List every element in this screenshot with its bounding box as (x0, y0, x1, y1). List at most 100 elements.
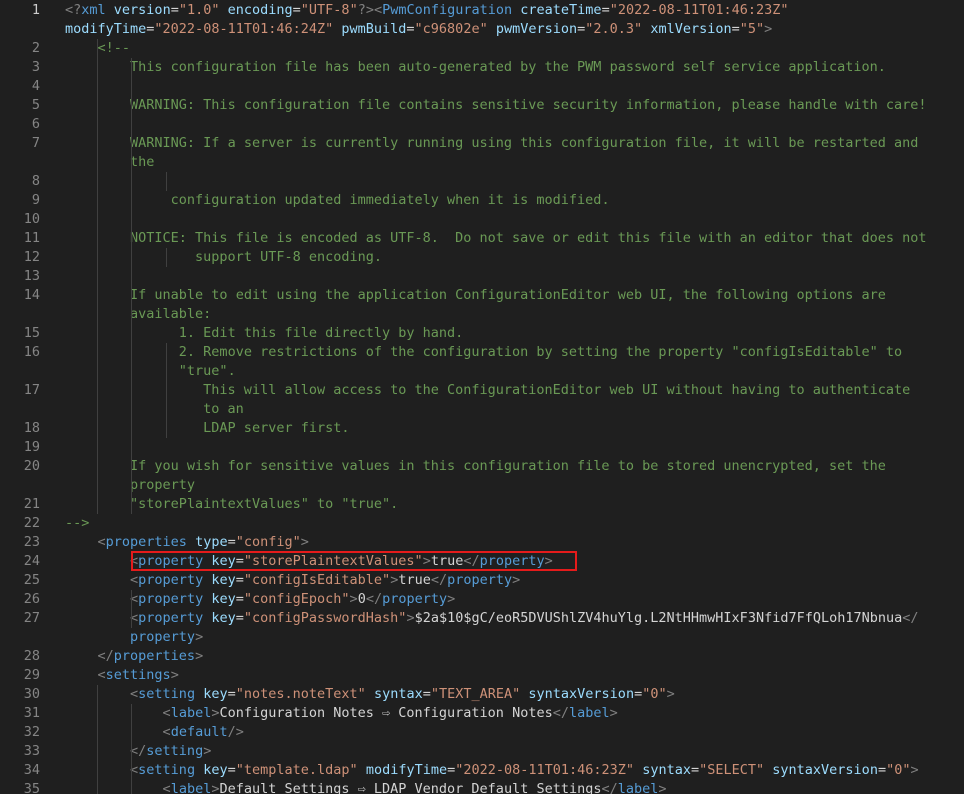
code-line-1[interactable]: 1 <?xml version="1.0" encoding="UTF-8"?><… (0, 1, 964, 20)
code-line-16[interactable]: 16 2. Remove restrictions of the configu… (0, 343, 964, 362)
code-line-15[interactable]: 15 1. Edit this file directly by hand. (0, 324, 964, 343)
token-attr: syntax (373, 686, 423, 702)
line-number: 29 (23, 667, 40, 683)
code-line-5[interactable]: 5 WARNING: This configuration file conta… (0, 96, 964, 115)
token-text: = (731, 21, 740, 37)
code-line-34[interactable]: 34 <setting key="template.ldap" modifyTi… (0, 761, 964, 780)
token-blue: properties (105, 534, 187, 550)
line-number: 32 (23, 724, 40, 740)
line-number: 23 (23, 534, 40, 550)
code-line-2[interactable]: 2 <!-- (0, 39, 964, 58)
token-gray: ?>< (357, 2, 383, 18)
code-line-7[interactable]: 7 WARNING: If a server is currently runn… (0, 134, 964, 153)
token-blue: property (138, 591, 204, 607)
line-content: property> (65, 628, 964, 647)
code-line-4[interactable]: 4 (0, 77, 964, 96)
token-text: = (690, 762, 700, 778)
token-str: "storePlaintextValues" (243, 553, 423, 569)
token-gray: < (97, 667, 106, 683)
token-str: "2.0.3" (585, 21, 643, 37)
token-blue: setting (146, 743, 204, 759)
code-line-wrap[interactable]: the (0, 153, 964, 172)
line-number: 11 (23, 230, 40, 246)
code-line-18[interactable]: 18 LDAP server first. (0, 419, 964, 438)
line-content: <properties type="config"> (65, 533, 964, 552)
code-line-19[interactable]: 19 (0, 438, 964, 457)
line-number: 14 (23, 287, 40, 303)
token-gray: > (422, 553, 431, 569)
token-attr: version (113, 2, 171, 18)
token-com: If you wish for sensitive values in this… (130, 458, 886, 474)
code-line-32[interactable]: 32 <default/> (0, 723, 964, 742)
code-line-11[interactable]: 11 NOTICE: This file is encoded as UTF-8… (0, 229, 964, 248)
code-line-26[interactable]: 26 <property key="configEpoch">0</proper… (0, 590, 964, 609)
code-line-12[interactable]: 12 support UTF-8 encoding. (0, 248, 964, 267)
code-line-20[interactable]: 20 If you wish for sensitive values in t… (0, 457, 964, 476)
code-editor[interactable]: 1 <?xml version="1.0" encoding="UTF-8"?><… (0, 0, 964, 794)
code-line-31[interactable]: 31 <label>Configuration Notes ⇨ Configur… (0, 704, 964, 723)
code-line-wrap[interactable]: property> (0, 628, 964, 647)
token-text: = (447, 762, 456, 778)
code-line-9[interactable]: 9 configuration updated immediately when… (0, 191, 964, 210)
line-content: <label>Default Settings ⇨ LDAP Vendor De… (65, 780, 964, 794)
line-number: 13 (23, 268, 40, 284)
code-line-35[interactable]: 35 <label>Default Settings ⇨ LDAP Vendor… (0, 780, 964, 794)
token-com: configuration updated immediately when i… (170, 192, 610, 208)
code-line-3[interactable]: 3 This configuration file has been auto-… (0, 58, 964, 77)
token-com: <!-- (97, 40, 131, 56)
code-line-wrap[interactable]: to an (0, 400, 964, 419)
code-line-13[interactable]: 13 (0, 267, 964, 286)
code-line-22[interactable]: 22 --> (0, 514, 964, 533)
line-content: NOTICE: This file is encoded as UTF-8. D… (65, 229, 964, 248)
token-attr: modifyTime (365, 762, 448, 778)
code-line-wrap[interactable]: property (0, 476, 964, 495)
token-str: "configEpoch" (243, 591, 350, 607)
code-line-21[interactable]: 21 "storePlaintextValues" to "true". (0, 495, 964, 514)
code-line-wrap[interactable]: available: (0, 305, 964, 324)
token-blue: property (130, 629, 196, 645)
token-blue: property (138, 553, 204, 569)
token-gray: > (447, 591, 456, 607)
code-line-27[interactable]: 27 <property key="configPasswordHash">$2… (0, 609, 964, 628)
code-line-28[interactable]: 28 </properties> (0, 647, 964, 666)
token-attr: syntaxVersion (528, 686, 635, 702)
code-line-29[interactable]: 29 <settings> (0, 666, 964, 685)
code-line-wrap[interactable]: "true". (0, 362, 964, 381)
token-com: 1. Edit this file directly by hand. (178, 325, 464, 341)
code-line-wrap[interactable]: modifyTime = "2022-08-11T01:46:24Z" pwmBui… (0, 20, 964, 39)
line-content: <settings> (65, 666, 964, 685)
indent-guide (97, 39, 98, 514)
code-line-30[interactable]: 30 <setting key="notes.noteText" syntax=… (0, 685, 964, 704)
token-str: "configPasswordHash" (243, 610, 407, 626)
token-blue: property (138, 610, 204, 626)
line-content: modifyTime = "2022-08-11T01:46:24Z" pwmBui… (65, 20, 964, 39)
token-gray: < (130, 572, 139, 588)
code-line-33[interactable]: 33 </setting> (0, 742, 964, 761)
token-gray: </ (902, 610, 919, 626)
token-gray: > (195, 648, 204, 664)
token-blue: setting (138, 686, 196, 702)
line-number: 10 (23, 211, 40, 227)
code-line-23[interactable]: 23 <properties type="config"> (0, 533, 964, 552)
token-text: = (170, 2, 179, 18)
code-line-8[interactable]: 8 (0, 172, 964, 191)
code-line-25[interactable]: 25 <property key="configIsEditable">true… (0, 571, 964, 590)
token-com: "storePlaintextValues" to "true". (130, 496, 399, 512)
code-line-24[interactable]: 24 <property key="storePlaintextValues">… (0, 552, 964, 571)
token-gray: > (910, 762, 919, 778)
line-content: property (65, 476, 964, 495)
code-line-17[interactable]: 17 This will allow access to the Configu… (0, 381, 964, 400)
code-line-10[interactable]: 10 (0, 210, 964, 229)
line-content: This will allow access to the Configurat… (65, 381, 964, 400)
code-line-14[interactable]: 14 If unable to edit using the applicati… (0, 286, 964, 305)
code-line-6[interactable]: 6 (0, 115, 964, 134)
token-gray: < (162, 705, 171, 721)
line-number: 35 (23, 781, 40, 794)
